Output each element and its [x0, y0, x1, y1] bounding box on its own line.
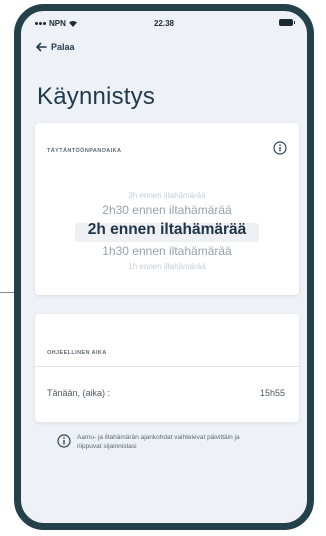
- start-time-card: TÄYTÄNTÖÖNPANOAIKA 3h ennen iltahämärää …: [35, 123, 299, 295]
- info-note-text: Aamu- ja iltahämärän ajankohdat vaihtele…: [77, 434, 240, 450]
- today-time-row[interactable]: Tänään, (aika) : 15h55: [35, 366, 299, 422]
- start-time-section-label: TÄYTÄNTÖÖNPANOAIKA: [47, 148, 122, 154]
- back-label: Palaa: [51, 42, 75, 52]
- status-bar: NPN 22.38: [21, 11, 307, 37]
- indicative-time-section-label: OHJEELLINEN AIKA: [47, 350, 107, 356]
- info-button[interactable]: [273, 141, 287, 155]
- time-picker-wheel[interactable]: 3h ennen iltahämärää 2h30 ennen iltahämä…: [35, 185, 299, 275]
- today-time-label: Tänään, (aika) :: [47, 388, 111, 398]
- indicative-time-card: OHJEELLINEN AIKA Tänään, (aika) : 15h55: [35, 314, 299, 422]
- picker-option[interactable]: 3h ennen iltahämärää: [35, 191, 299, 200]
- status-time: 22.38: [153, 19, 175, 28]
- picker-option[interactable]: 2h30 ennen iltahämärää: [35, 203, 299, 217]
- back-button[interactable]: Palaa: [35, 42, 75, 52]
- picker-option-selected[interactable]: 2h ennen iltahämärää: [35, 221, 299, 239]
- info-icon: [57, 434, 71, 448]
- page-title: Käynnistys: [37, 83, 156, 110]
- arrow-left-icon: [36, 42, 47, 52]
- info-icon: [273, 141, 287, 155]
- picker-option[interactable]: 1h30 ennen iltahämärää: [35, 244, 299, 258]
- phone-frame: NPN 22.38 Palaa Käynnistys TÄYTÄNTÖÖNPAN…: [14, 4, 314, 530]
- battery-icon: [279, 19, 295, 26]
- picker-option[interactable]: 1h ennen iltahämärää: [35, 262, 299, 271]
- today-time-value: 15h55: [259, 388, 285, 398]
